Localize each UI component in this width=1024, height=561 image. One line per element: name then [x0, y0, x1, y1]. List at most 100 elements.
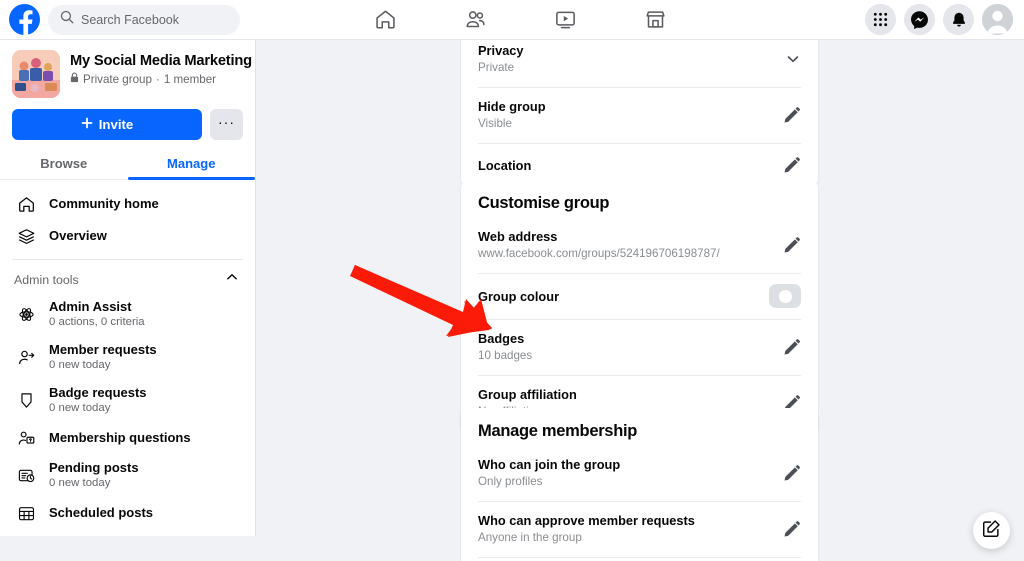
pending-posts-icon [16, 466, 36, 486]
create-post-button[interactable] [973, 512, 1010, 549]
group-subtitle: Private group · 1 member [70, 72, 243, 86]
colour-swatch-dot [778, 289, 792, 303]
tab-manage[interactable]: Manage [127, 149, 256, 180]
row-label: Hide group [478, 99, 546, 114]
nav-home-icon[interactable] [356, 1, 414, 39]
row-hide-group[interactable]: Hide group Visible [461, 87, 818, 143]
row-text: Web address www.facebook.com/groups/5241… [478, 228, 720, 262]
sidebar-item-text: Scheduled posts [49, 505, 153, 521]
manage-membership-card: Manage membership Who can join the group… [461, 408, 818, 561]
pencil-icon[interactable] [775, 338, 801, 356]
row-label: Group affiliation [478, 387, 577, 402]
sidebar-item-sublabel: 0 actions, 0 criteria [49, 316, 145, 328]
facebook-group-manage-page: Search Facebook My Social Media Marketin… [0, 0, 1024, 561]
facebook-logo[interactable] [9, 4, 40, 35]
row-label: Who can approve member requests [478, 513, 695, 528]
row-web-address[interactable]: Web address www.facebook.com/groups/5241… [461, 217, 818, 273]
nav-marketplace-icon[interactable] [626, 1, 684, 39]
group-meta: My Social Media Marketing Group Private … [70, 50, 255, 86]
sidebar-item-community-home[interactable]: Community home [8, 188, 247, 220]
nav-friends-icon[interactable] [446, 1, 504, 39]
group-name[interactable]: My Social Media Marketing Group [70, 52, 255, 70]
sidebar-item-sublabel: 0 new today [49, 402, 111, 414]
chevron-down-icon[interactable] [775, 51, 801, 67]
row-text: Group colour [478, 288, 559, 305]
row-who-can-join[interactable]: Who can join the group Only profiles [461, 445, 818, 501]
sidebar-admin-nav: Admin Assist 0 actions, 0 criteria Membe… [0, 293, 255, 536]
row-value: www.facebook.com/groups/524196706198787/ [478, 247, 720, 260]
sidebar-primary-nav: Community home Overview [0, 180, 255, 252]
group-settings-card: Privacy Private Hide group Visible Locat… [461, 40, 818, 187]
sidebar-item-label: Member requests [49, 342, 157, 357]
row-label: Privacy [478, 43, 524, 58]
search-input[interactable]: Search Facebook [48, 4, 240, 35]
sidebar-item-label: Scheduled posts [49, 505, 154, 520]
clock-icon [16, 535, 36, 536]
row-value: Only profiles [478, 475, 543, 488]
sidebar-item-pending-posts[interactable]: Pending posts 0 new today [8, 454, 247, 497]
sidebar-item-text: Member requests 0 new today [49, 342, 157, 373]
row-badges[interactable]: Badges 10 badges [461, 319, 818, 375]
messenger-icon[interactable] [904, 4, 935, 35]
sidebar-item-text: Membership questions [49, 430, 191, 446]
sidebar-item-overview[interactable]: Overview [8, 220, 247, 252]
sidebar-item-label: Admin Assist [49, 299, 132, 314]
grid-menu-icon[interactable] [865, 4, 896, 35]
row-who-can-approve[interactable]: Who can approve member requests Anyone i… [461, 501, 818, 557]
group-subtitle-separator: · [155, 72, 160, 86]
topbar-nav-tabs [340, 0, 700, 39]
sidebar-item-label: Overview [49, 228, 107, 243]
card-title: Customise group [478, 194, 610, 212]
pencil-icon[interactable] [775, 156, 801, 174]
tab-browse[interactable]: Browse [0, 149, 128, 179]
pencil-icon[interactable] [775, 236, 801, 254]
row-text: Privacy Private [478, 42, 524, 76]
row-value: Anyone in the group [478, 531, 582, 544]
row-value: Private [478, 61, 515, 74]
nav-video-icon[interactable] [536, 1, 594, 39]
sidebar-item-label: Membership questions [49, 430, 191, 445]
left-sidebar: My Social Media Marketing Group Private … [0, 40, 256, 536]
invite-button[interactable]: Invite [12, 109, 202, 140]
pencil-icon[interactable] [775, 520, 801, 538]
sidebar-item-admin-assist[interactable]: Admin Assist 0 actions, 0 criteria [8, 293, 247, 336]
sidebar-item-badge-requests[interactable]: Badge requests 0 new today [8, 379, 247, 422]
sidebar-item-member-requests[interactable]: Member requests 0 new today [8, 336, 247, 379]
sidebar-item-scheduled-posts[interactable]: Scheduled posts [8, 497, 247, 529]
bell-icon[interactable] [943, 4, 974, 35]
row-label: Who can join the group [478, 457, 621, 472]
more-options-button[interactable]: ··· [210, 109, 243, 140]
sidebar-item-sublabel: 0 new today [49, 477, 111, 489]
card-title: Manage membership [478, 422, 638, 440]
group-privacy-label: Private group [83, 72, 152, 86]
member-request-icon [16, 348, 36, 368]
sidebar-item-label: Badge requests [49, 385, 147, 400]
admin-assist-icon [16, 305, 36, 325]
row-label: Badges [478, 331, 525, 346]
pencil-icon[interactable] [775, 106, 801, 124]
row-group-colour[interactable]: Group colour [461, 273, 818, 319]
house-icon [16, 194, 36, 214]
group-actions: Invite ··· [0, 98, 255, 140]
compose-icon [982, 519, 1001, 543]
chevron-up-icon[interactable] [225, 270, 239, 289]
admin-tools-section-header[interactable]: Admin tools [0, 260, 255, 293]
row-text: Badges 10 badges [478, 330, 532, 364]
plus-icon [81, 117, 93, 132]
row-text: Who can join the group Only profiles [478, 456, 620, 490]
search-icon [60, 10, 74, 29]
group-cover-thumbnail[interactable] [12, 50, 60, 98]
sidebar-item-label: Pending posts [49, 460, 139, 475]
sidebar-item-membership-questions[interactable]: Membership questions [8, 422, 247, 454]
colour-swatch[interactable] [767, 284, 801, 308]
row-text: Hide group Visible [478, 98, 546, 132]
pencil-icon[interactable] [775, 464, 801, 482]
avatar[interactable] [982, 4, 1013, 35]
colour-swatch-preview [769, 284, 801, 308]
row-who-is-pre-approved[interactable]: Who is pre-approved to join [461, 557, 818, 561]
topbar-left-section: Search Facebook [0, 4, 240, 35]
sidebar-item-activity-log[interactable]: Activity log [8, 529, 247, 536]
row-privacy[interactable]: Privacy Private [461, 40, 818, 87]
topbar-right-section [865, 0, 1013, 39]
group-header: My Social Media Marketing Group Private … [0, 40, 255, 98]
